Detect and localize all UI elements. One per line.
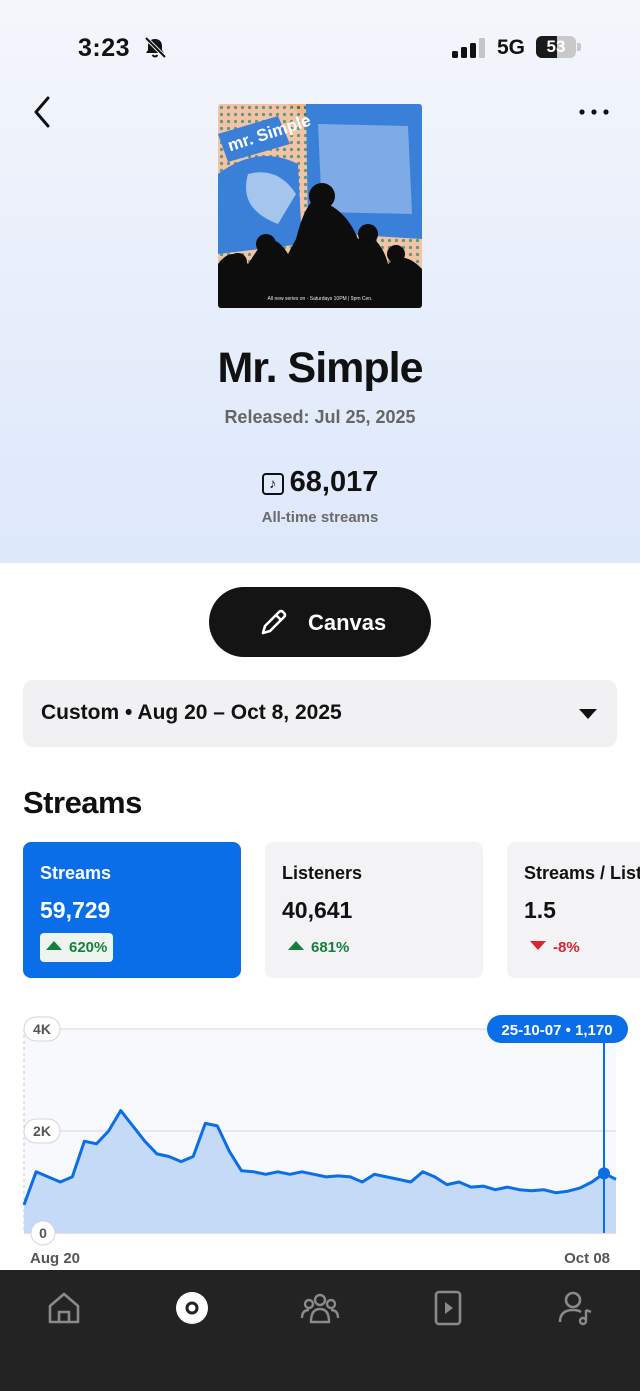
arrow-down-icon	[530, 941, 546, 950]
album-cover: mr. Simple All new series on · Saturdays…	[218, 104, 422, 308]
cellular-signal-icon	[452, 38, 485, 58]
x-tick-label: Aug 20	[30, 1250, 80, 1267]
metric-name: Streams / Listener	[524, 863, 640, 883]
metric-value: 59,729	[40, 897, 111, 923]
arrow-up-icon	[46, 941, 62, 950]
metric-name: Listeners	[282, 863, 363, 883]
y-tick-label: 2K	[33, 1123, 51, 1139]
canvas-button[interactable]: Canvas	[209, 587, 431, 657]
y-tick-label: 0	[39, 1225, 47, 1241]
canvas-button-label: Canvas	[308, 610, 387, 635]
more-dots-icon[interactable]	[574, 100, 614, 124]
all-time-streams-number: 68,017	[289, 466, 379, 498]
metric-change-badge: 620%	[40, 933, 114, 962]
battery-icon: 53	[536, 36, 582, 58]
x-tick-label: Oct 08	[564, 1250, 610, 1267]
bottom-tab-bar	[0, 1270, 640, 1391]
metric-change-value: 681%	[311, 939, 350, 956]
status-bar: 3:23 5G 53	[0, 0, 640, 96]
metric-card-streams[interactable]: Streams 59,729 620%	[23, 842, 241, 978]
date-range-dropdown[interactable]: Custom • Aug 20 – Oct 8, 2025	[23, 680, 617, 747]
battery-level: 53	[546, 37, 566, 56]
music-disc-icon[interactable]	[172, 1288, 212, 1328]
artist-profile-icon[interactable]	[556, 1288, 596, 1328]
streams-note-icon: ♪	[261, 473, 284, 495]
bell-muted-icon	[144, 36, 167, 59]
metric-card-listeners[interactable]: Listeners 40,641 681%	[265, 842, 483, 978]
cover-footer-text: All new series on · Saturdays 10PM | 9pm…	[268, 296, 373, 302]
metric-change-badge: 681%	[282, 933, 355, 962]
pencil-icon	[261, 609, 287, 635]
streams-chart[interactable]: 25-10-07 • 1,170 4K 2K 0 Aug 20 Oct 08	[0, 1010, 640, 1272]
date-range-label: Custom • Aug 20 – Oct 8, 2025	[41, 701, 342, 724]
status-time: 3:23	[78, 34, 131, 62]
metric-change-value: -8%	[553, 939, 580, 956]
tooltip-text: 25-10-07 • 1,170	[501, 1022, 612, 1039]
metric-change-value: 620%	[69, 939, 108, 956]
metric-value: 40,641	[282, 897, 353, 923]
all-time-streams-label: All-time streams	[261, 509, 379, 526]
network-type: 5G	[497, 36, 526, 59]
video-play-icon[interactable]	[428, 1288, 468, 1328]
all-time-streams-value: ♪ 68,017	[0, 466, 640, 499]
audience-icon[interactable]	[300, 1288, 340, 1328]
arrow-up-icon	[288, 941, 304, 950]
back-chevron-icon[interactable]	[26, 92, 60, 132]
streams-section-title: Streams	[23, 785, 142, 820]
metric-card-streams-per-listener[interactable]: Streams / Listener 1.5 -8%	[507, 842, 640, 978]
caret-down-icon	[579, 709, 597, 719]
metric-name: Streams	[40, 863, 112, 883]
home-icon[interactable]	[44, 1288, 84, 1328]
highlight-point[interactable]	[598, 1167, 610, 1180]
track-title: Mr. Simple	[217, 344, 423, 392]
metric-value: 1.5	[524, 897, 556, 923]
release-date: Released: Jul 25, 2025	[224, 407, 416, 427]
metric-change-badge: -8%	[524, 933, 586, 962]
y-tick-label: 4K	[33, 1021, 51, 1037]
